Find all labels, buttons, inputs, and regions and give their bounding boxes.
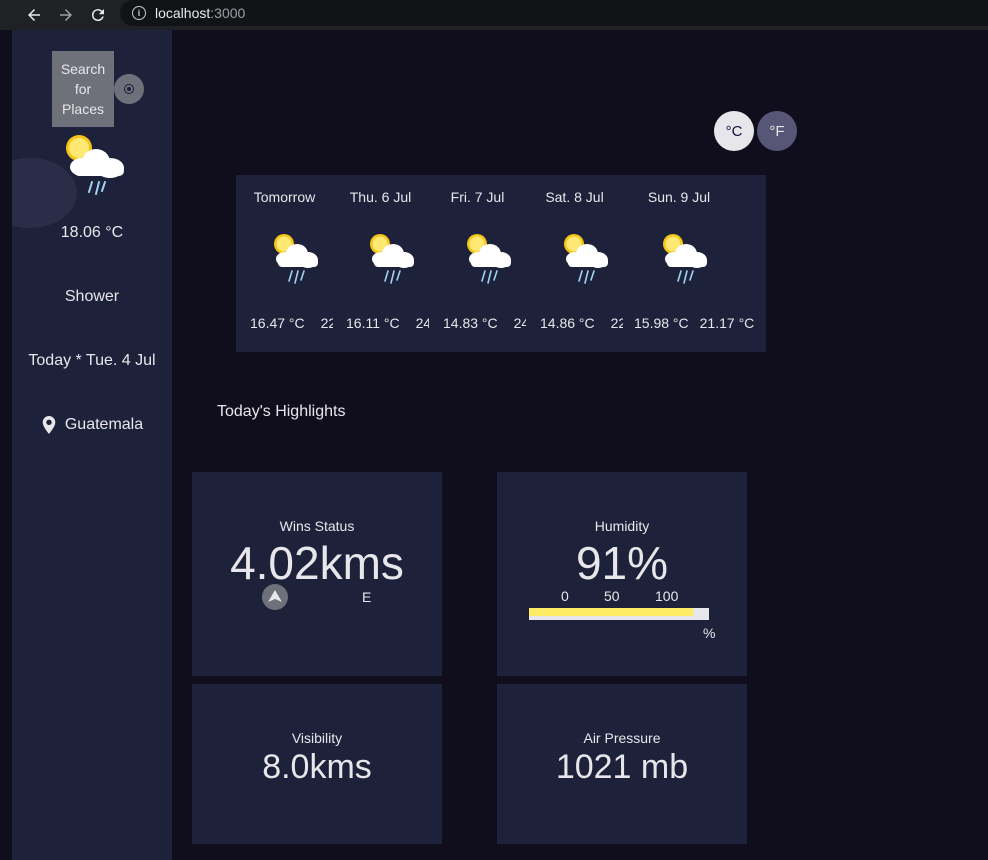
light-rain-cloud-sun-icon <box>273 233 318 284</box>
forecast-min: 14.83 °C <box>443 315 498 331</box>
search-for-places-button[interactable]: Search for Places <box>52 51 114 127</box>
page-left-edge <box>0 30 12 860</box>
forecast-min: 16.47 °C <box>250 315 305 331</box>
light-rain-cloud-sun-icon <box>369 233 414 284</box>
forecast-max: 24. <box>513 315 526 331</box>
scale-label-min: 0 <box>561 588 569 604</box>
card-title: Visibility <box>291 730 343 746</box>
target-icon <box>124 84 134 94</box>
my-location-button[interactable] <box>114 74 144 104</box>
forecast-temps: 14.83 °C 24. <box>443 315 526 331</box>
location-pin-icon <box>42 416 56 434</box>
light-rain-cloud-sun-icon <box>563 233 608 284</box>
forecast-min: 16.11 °C <box>346 315 400 331</box>
forecast-temps: 16.11 °C 24. <box>346 315 429 331</box>
scale-label-mid: 50 <box>604 588 620 604</box>
forecast-strip: Tomorrow 16.47 °C 22 Thu. 6 Jul 16.11 °C 2… <box>236 175 766 352</box>
card-title: Humidity <box>594 518 650 534</box>
arrow-left-icon <box>28 9 40 21</box>
celsius-toggle-button[interactable]: °C <box>714 111 754 151</box>
forecast-max: 22. <box>610 315 623 331</box>
forecast-day: Sat. 8 Jul 14.86 °C 22. <box>526 175 623 352</box>
wind-direction-label: E <box>362 589 372 605</box>
visibility-card: Visibility 8.0kms <box>192 684 442 844</box>
back-button[interactable] <box>18 0 50 30</box>
forecast-min: 14.86 °C <box>540 315 595 331</box>
sidebar: Search for Places 18.06 °C Shower Today … <box>12 30 172 860</box>
fahrenheit-toggle-button[interactable]: °F <box>757 111 797 151</box>
forecast-temps: 16.47 °C 22 <box>250 315 333 331</box>
card-title: Air Pressure <box>583 730 661 746</box>
air-pressure-card: Air Pressure 1021 mb <box>497 684 747 844</box>
reload-button[interactable] <box>82 0 114 30</box>
humidity-bar-fill <box>529 608 693 616</box>
wind-status-card: Wins Status 4.02kms E <box>192 472 442 676</box>
current-condition: Shower <box>64 288 120 305</box>
light-rain-cloud-sun-icon <box>662 233 707 284</box>
forecast-temps: 14.86 °C 22. <box>540 315 623 331</box>
pressure-value: 1021 mb <box>555 748 689 786</box>
forward-button[interactable] <box>50 0 82 30</box>
forecast-day-label: Thu. 6 Jul <box>349 189 412 205</box>
forecast-min: 15.98 °C <box>634 315 689 331</box>
forecast-max: 24. <box>415 315 429 331</box>
forecast-temps: 15.98 °C 21.17 °C <box>634 315 754 331</box>
url-text: localhost:3000 <box>155 5 246 21</box>
wind-direction-compass <box>262 584 288 610</box>
navigation-arrow-icon <box>268 590 282 602</box>
current-temperature: 18.06 °C <box>60 224 124 241</box>
info-icon[interactable]: i <box>132 6 146 20</box>
forecast-day-label: Sun. 9 Jul <box>647 189 711 205</box>
forecast-max: 21.17 °C <box>699 315 755 331</box>
forecast-day: Tomorrow 16.47 °C 22 <box>236 175 333 352</box>
forecast-day: Thu. 6 Jul 16.11 °C 24. <box>332 175 429 352</box>
scale-label-max: 100 <box>655 588 679 604</box>
visibility-value: 8.0kms <box>262 748 372 786</box>
forecast-day-label: Tomorrow <box>253 189 316 205</box>
light-rain-cloud-sun-icon <box>66 135 124 195</box>
address-bar[interactable]: i localhost:3000 <box>120 0 988 26</box>
location-name: Guatemala <box>64 416 144 433</box>
location-row: Guatemala <box>12 416 172 434</box>
browser-toolbar: i localhost:3000 <box>0 0 988 30</box>
forecast-day-label: Sat. 8 Jul <box>545 189 604 205</box>
highlights-title: Today's Highlights <box>217 403 346 420</box>
humidity-unit: % <box>703 625 716 641</box>
current-date: Today * Tue. 4 Jul <box>28 352 156 369</box>
light-rain-cloud-sun-icon <box>466 233 511 284</box>
humidity-value: 91% <box>575 537 669 589</box>
arrow-right-icon <box>60 9 72 21</box>
forecast-day: Sun. 9 Jul 15.98 °C 21.17 °C <box>623 175 763 352</box>
wind-value: 4.02kms <box>230 537 404 589</box>
reload-icon <box>91 9 104 22</box>
card-title: Wins Status <box>279 518 355 534</box>
humidity-card: Humidity 91% 0 50 100 % <box>497 472 747 676</box>
humidity-bar <box>529 608 709 620</box>
forecast-day-label: Fri. 7 Jul <box>450 189 505 205</box>
forecast-day: Fri. 7 Jul 14.83 °C 24. <box>429 175 526 352</box>
